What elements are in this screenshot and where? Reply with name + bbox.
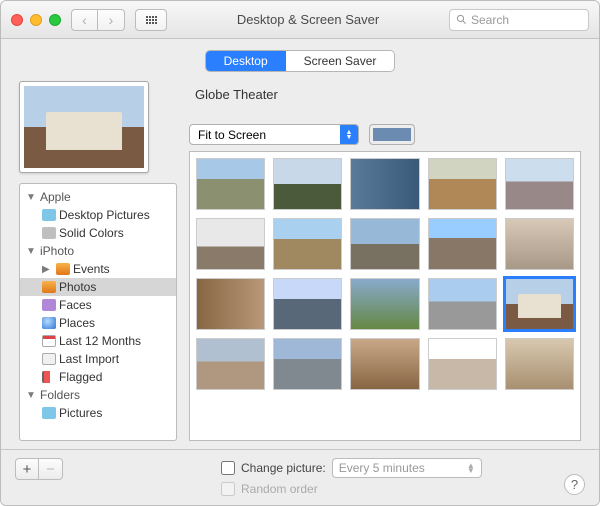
change-picture-checkbox[interactable] (221, 461, 235, 475)
interval-value: Every 5 minutes (339, 461, 425, 475)
body: ▼Apple Desktop Pictures Solid Colors ▼iP… (1, 81, 599, 441)
import-icon (42, 353, 56, 365)
current-preview (19, 81, 149, 173)
disclosure-icon: ▼ (26, 246, 37, 257)
tree-item-last-12-months[interactable]: Last 12 Months (20, 332, 176, 350)
search-icon (456, 14, 467, 25)
thumbnail[interactable] (350, 158, 419, 210)
footer-options: Change picture: Every 5 minutes ▲▼ Rando… (221, 458, 482, 496)
thumbnail[interactable] (196, 158, 265, 210)
right-column: Globe Theater Fit to Screen ▲▼ (189, 81, 581, 441)
tree-group-iphoto[interactable]: ▼iPhoto (20, 242, 176, 260)
fit-controls: Fit to Screen ▲▼ (189, 124, 581, 145)
add-folder-button[interactable]: + (15, 458, 39, 480)
tab-bar: Desktop Screen Saver (1, 39, 599, 81)
segmented-control: Desktop Screen Saver (206, 51, 395, 71)
traffic-lights (11, 14, 61, 26)
remove-folder-button[interactable]: − (39, 458, 63, 480)
footer: + − Change picture: Every 5 minutes ▲▼ R… (1, 449, 599, 505)
thumbnail[interactable] (273, 338, 342, 390)
minimize-icon[interactable] (30, 14, 42, 26)
swatch-icon (42, 227, 56, 239)
disclosure-icon: ▼ (26, 390, 37, 401)
thumbnail[interactable] (505, 158, 574, 210)
tree-item-flagged[interactable]: Flagged (20, 368, 176, 386)
tree-item-faces[interactable]: Faces (20, 296, 176, 314)
tree-item-events[interactable]: ▶Events (20, 260, 176, 278)
disclosure-icon: ▶ (42, 264, 53, 275)
photos-icon (42, 281, 56, 293)
back-button[interactable]: ‹ (71, 9, 98, 31)
folder-icon (42, 407, 56, 419)
tree-item-pictures[interactable]: Pictures (20, 404, 176, 422)
search-input[interactable]: Search (449, 9, 589, 31)
window-title: Desktop & Screen Saver (177, 12, 439, 27)
events-icon (56, 263, 70, 275)
tree-item-places[interactable]: Places (20, 314, 176, 332)
tree-item-photos[interactable]: Photos (20, 278, 176, 296)
thumbnail[interactable] (273, 158, 342, 210)
random-order-label: Random order (241, 482, 318, 496)
thumbnail[interactable] (273, 218, 342, 270)
background-color-swatch[interactable] (369, 124, 415, 145)
current-image-name: Globe Theater (189, 81, 581, 124)
fit-mode-dropdown[interactable]: Fit to Screen ▲▼ (189, 124, 359, 145)
thumbnail[interactable] (505, 338, 574, 390)
thumbnail[interactable] (196, 278, 265, 330)
zoom-icon[interactable] (49, 14, 61, 26)
forward-button[interactable]: › (98, 9, 125, 31)
search-placeholder: Search (471, 13, 509, 27)
prefs-window: ‹ › Desktop & Screen Saver Search Deskto… (0, 0, 600, 506)
thumbnail[interactable] (196, 338, 265, 390)
change-picture-label: Change picture: (241, 461, 326, 475)
change-picture-row: Change picture: Every 5 minutes ▲▼ (221, 458, 482, 478)
source-tree: ▼Apple Desktop Pictures Solid Colors ▼iP… (19, 183, 177, 441)
stepper-arrows-icon: ▲▼ (467, 463, 475, 473)
thumbnail-grid (189, 151, 581, 441)
flag-icon (42, 371, 56, 383)
help-button[interactable]: ? (564, 474, 585, 495)
fit-mode-value: Fit to Screen (198, 128, 266, 142)
tree-item-desktop-pictures[interactable]: Desktop Pictures (20, 206, 176, 224)
faces-icon (42, 299, 56, 311)
stepper-arrows-icon: ▲▼ (340, 125, 358, 144)
tab-screensaver[interactable]: Screen Saver (286, 51, 395, 71)
tree-item-solid-colors[interactable]: Solid Colors (20, 224, 176, 242)
thumbnail[interactable] (350, 218, 419, 270)
tree-group-apple[interactable]: ▼Apple (20, 188, 176, 206)
globe-icon (42, 317, 56, 329)
random-order-row: Random order (221, 482, 482, 496)
random-order-checkbox[interactable] (221, 482, 235, 496)
interval-dropdown[interactable]: Every 5 minutes ▲▼ (332, 458, 482, 478)
thumbnail[interactable] (196, 218, 265, 270)
tab-desktop[interactable]: Desktop (206, 51, 286, 71)
thumbnail[interactable] (428, 218, 497, 270)
thumbnail[interactable] (428, 278, 497, 330)
thumbnail[interactable] (350, 278, 419, 330)
nav-buttons: ‹ › (71, 9, 125, 31)
thumbnail[interactable] (350, 338, 419, 390)
folder-icon (42, 209, 56, 221)
tree-group-folders[interactable]: ▼Folders (20, 386, 176, 404)
thumbnail[interactable] (428, 158, 497, 210)
thumbnail-selected[interactable] (505, 278, 574, 330)
left-column: ▼Apple Desktop Pictures Solid Colors ▼iP… (19, 81, 177, 441)
titlebar: ‹ › Desktop & Screen Saver Search (1, 1, 599, 39)
close-icon[interactable] (11, 14, 23, 26)
show-all-button[interactable] (135, 9, 167, 31)
thumbnail[interactable] (428, 338, 497, 390)
thumbnail[interactable] (273, 278, 342, 330)
calendar-icon (42, 335, 56, 347)
add-remove-buttons: + − (15, 458, 63, 480)
thumbnail[interactable] (505, 218, 574, 270)
disclosure-icon: ▼ (26, 192, 37, 203)
tree-item-last-import[interactable]: Last Import (20, 350, 176, 368)
